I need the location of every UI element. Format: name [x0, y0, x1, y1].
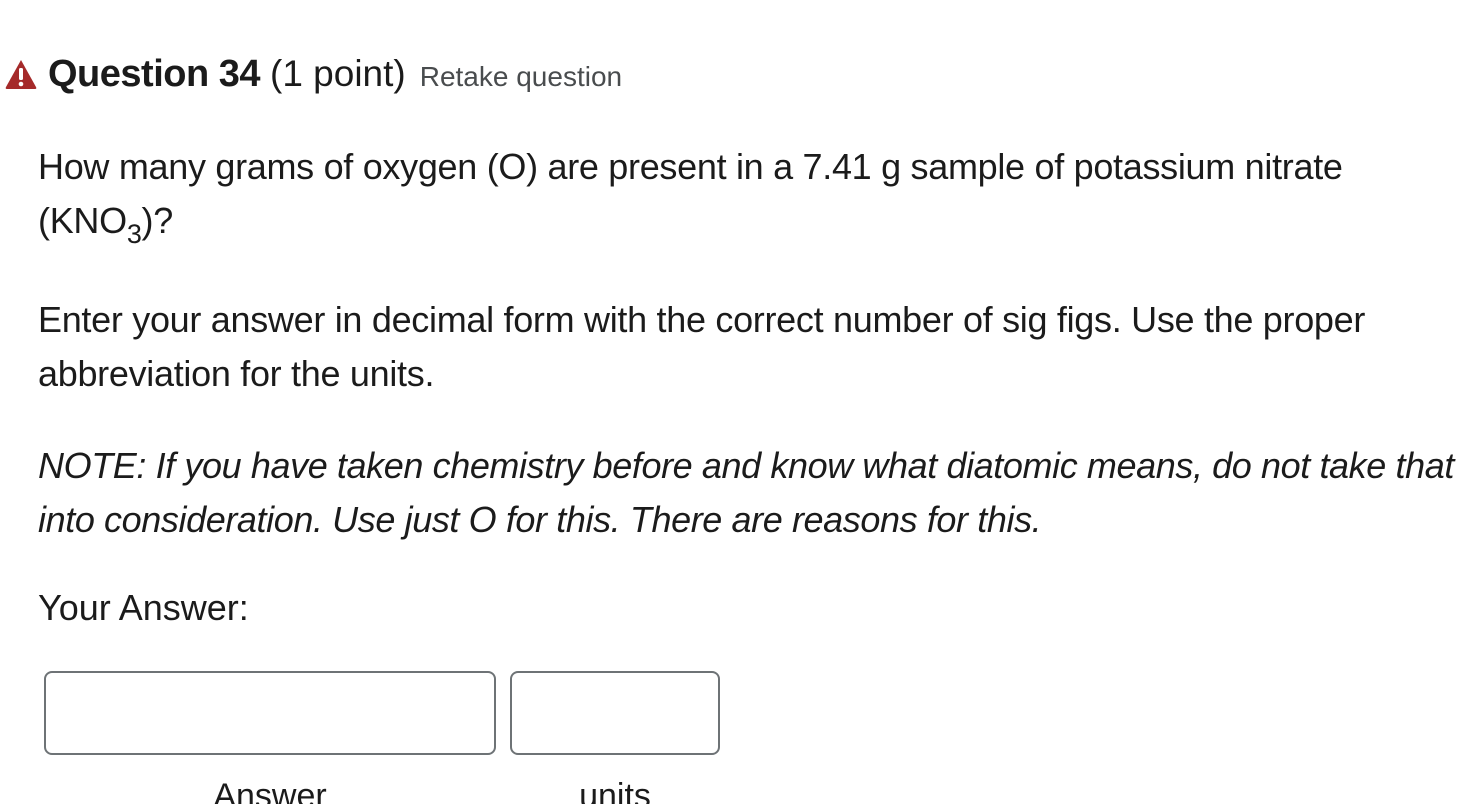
- question-text-suffix: )?: [141, 200, 174, 241]
- units-field-label: units: [579, 777, 651, 804]
- warning-triangle-icon: [4, 58, 38, 90]
- question-text: How many grams of oxygen (O) are present…: [38, 140, 1458, 248]
- retake-question-link[interactable]: Retake question: [420, 61, 622, 93]
- instructions-text: Enter your answer in decimal form with t…: [38, 299, 1366, 394]
- question-points: (1 point): [270, 53, 406, 94]
- note-text: NOTE: If you have taken chemistry before…: [38, 445, 1454, 540]
- question-text-main: How many grams of oxygen (O) are present…: [38, 146, 1343, 241]
- question-title: Question 34: [48, 52, 261, 95]
- formula-subscript: 3: [126, 219, 142, 249]
- answer-field-group: Answer: [44, 671, 496, 804]
- answer-field-label: Answer: [213, 777, 327, 804]
- answer-input[interactable]: [44, 671, 496, 755]
- answer-form: Answer units: [44, 671, 720, 804]
- your-answer-label: Your Answer:: [38, 587, 249, 628]
- question-body: How many grams of oxygen (O) are present…: [38, 140, 1458, 635]
- quiz-page: Question 34 (1 point) Retake question Ho…: [0, 0, 1482, 804]
- units-input[interactable]: [510, 671, 720, 755]
- units-field-group: units: [510, 671, 720, 804]
- question-header: Question 34 (1 point) Retake question: [4, 50, 622, 98]
